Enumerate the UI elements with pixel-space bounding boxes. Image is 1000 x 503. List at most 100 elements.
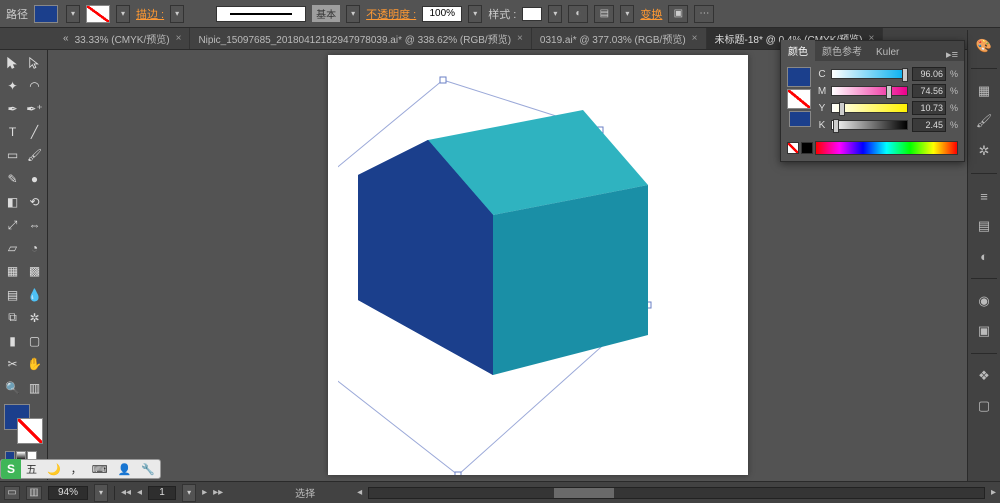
artboard-prev-one-icon[interactable]: ◂ bbox=[137, 487, 142, 498]
panel-extra-swatch[interactable] bbox=[789, 111, 811, 127]
panel-menu-icon[interactable]: ▸≡ bbox=[940, 48, 964, 61]
brushes-panel-icon[interactable]: 🖌 bbox=[973, 110, 995, 132]
transform-link[interactable]: 变换 bbox=[640, 6, 662, 22]
doc-tab-1[interactable]: « 33.33% (CMYK/预览)× bbox=[55, 28, 190, 49]
brush-preview[interactable] bbox=[216, 6, 306, 22]
symbols-panel-icon[interactable]: ✲ bbox=[973, 140, 995, 162]
artboard-dropdown[interactable]: ▾ bbox=[182, 484, 196, 502]
type-tool[interactable]: T bbox=[2, 122, 23, 143]
pencil-tool[interactable]: ✎ bbox=[2, 168, 23, 189]
stroke-dropdown[interactable]: ▾ bbox=[116, 5, 130, 23]
graphic-styles-panel-icon[interactable]: ▣ bbox=[973, 320, 995, 342]
slice-tool[interactable]: ✂ bbox=[2, 354, 23, 375]
gradient-tool[interactable]: ▤ bbox=[2, 284, 23, 305]
fill-dropdown[interactable]: ▾ bbox=[66, 5, 80, 23]
c-value[interactable] bbox=[912, 67, 946, 81]
panel-tab-guide[interactable]: 颜色参考 bbox=[815, 40, 869, 61]
ime-punct-icon[interactable]: ， bbox=[66, 461, 87, 477]
m-slider[interactable] bbox=[831, 86, 908, 96]
panel-tab-color[interactable]: 颜色 bbox=[781, 40, 815, 61]
k-value[interactable] bbox=[912, 118, 946, 132]
layers-panel-icon[interactable]: ❖ bbox=[973, 365, 995, 387]
magic-wand-tool[interactable]: ✦ bbox=[2, 75, 23, 96]
rectangle-tool[interactable]: ▭ bbox=[2, 145, 23, 166]
brush-dropdown[interactable]: ▾ bbox=[346, 5, 360, 23]
color-indicator[interactable] bbox=[4, 404, 43, 444]
zoom-tool[interactable]: 🔍 bbox=[2, 377, 23, 398]
scale-tool[interactable]: ⤢ bbox=[2, 215, 23, 236]
artboard-tool[interactable]: ▢ bbox=[24, 331, 45, 352]
ime-settings-icon[interactable]: 🔧 bbox=[136, 463, 160, 476]
scroll-left-icon[interactable]: ◂ bbox=[357, 487, 362, 498]
artboard-nav-icon[interactable]: ▥ bbox=[26, 486, 42, 500]
artboard-number-field[interactable] bbox=[148, 486, 176, 500]
direct-selection-tool[interactable] bbox=[24, 52, 45, 73]
stroke-panel-icon[interactable]: ≡ bbox=[973, 185, 995, 207]
free-transform-tool[interactable]: ▱ bbox=[2, 238, 23, 259]
artboards-panel-icon[interactable]: ▢ bbox=[973, 395, 995, 417]
y-value[interactable] bbox=[912, 101, 946, 115]
ime-toolbar[interactable]: S 五 🌙 ， ⌨ 👤 🔧 bbox=[0, 459, 161, 479]
m-value[interactable] bbox=[912, 84, 946, 98]
opacity-field[interactable] bbox=[422, 6, 462, 22]
stroke-swatch[interactable] bbox=[86, 5, 110, 23]
none-swatch-icon[interactable] bbox=[787, 142, 799, 154]
opacity-dropdown[interactable]: ▾ bbox=[468, 5, 482, 23]
close-icon[interactable]: × bbox=[176, 33, 182, 44]
isolate-icon[interactable]: ▣ bbox=[668, 5, 688, 23]
shape-builder-tool[interactable]: ◔ bbox=[24, 238, 45, 259]
y-slider[interactable] bbox=[831, 103, 908, 113]
blend-tool[interactable]: ⧉ bbox=[2, 307, 23, 328]
align-dd[interactable]: ▾ bbox=[620, 5, 634, 23]
hand-tool[interactable]: ✋ bbox=[24, 354, 45, 375]
symbol-sprayer-tool[interactable]: ✲ bbox=[24, 307, 45, 328]
eraser-tool[interactable]: ◧ bbox=[2, 191, 23, 212]
c-slider[interactable] bbox=[831, 69, 908, 79]
pen-tool[interactable]: ✒ bbox=[2, 98, 23, 119]
selection-tool[interactable] bbox=[2, 52, 23, 73]
appearance-panel-icon[interactable]: ◉ bbox=[973, 290, 995, 312]
print-tiling-tool[interactable]: ▥ bbox=[24, 377, 45, 398]
stroke-indicator[interactable] bbox=[17, 418, 43, 444]
ime-keyboard-icon[interactable]: ⌨ bbox=[87, 463, 113, 476]
panel-fill-swatch[interactable] bbox=[787, 67, 811, 87]
artboard-next-icon[interactable]: ▸▸ bbox=[213, 487, 223, 498]
lasso-tool[interactable]: ◠ bbox=[24, 75, 45, 96]
gpu-icon[interactable]: ▭ bbox=[4, 486, 20, 500]
width-tool[interactable]: ⇔ bbox=[24, 215, 45, 236]
eyedropper-tool[interactable]: 💧 bbox=[24, 284, 45, 305]
recolor-icon[interactable]: ◐ bbox=[568, 5, 588, 23]
panel-stroke-swatch[interactable] bbox=[787, 89, 811, 109]
horizontal-scrollbar[interactable] bbox=[368, 487, 985, 499]
opacity-label[interactable]: 不透明度 : bbox=[366, 6, 416, 22]
rotate-tool[interactable]: ⟲ bbox=[24, 191, 45, 212]
cube-graphic[interactable] bbox=[338, 75, 738, 475]
more-icon[interactable]: ⋯ bbox=[694, 5, 714, 23]
color-panel-icon[interactable]: 🎨 bbox=[973, 35, 995, 57]
stroke-link[interactable]: 描边 : bbox=[136, 6, 164, 22]
align-icon[interactable]: ▤ bbox=[594, 5, 614, 23]
color-spectrum[interactable] bbox=[815, 141, 958, 155]
ime-person-icon[interactable]: 👤 bbox=[113, 463, 137, 476]
mesh-tool[interactable]: ▩ bbox=[24, 261, 45, 282]
style-dropdown[interactable]: ▾ bbox=[548, 5, 562, 23]
artboard-prev-icon[interactable]: ◂◂ bbox=[121, 487, 131, 498]
transparency-panel-icon[interactable]: ◐ bbox=[973, 245, 995, 267]
ime-mode[interactable]: 五 bbox=[21, 461, 42, 477]
gradient-panel-icon[interactable]: ▤ bbox=[973, 215, 995, 237]
swatches-panel-icon[interactable]: ▦ bbox=[973, 80, 995, 102]
line-tool[interactable]: ╱ bbox=[24, 122, 45, 143]
panel-tab-kuler[interactable]: Kuler bbox=[869, 44, 906, 61]
blob-brush-tool[interactable]: ● bbox=[24, 168, 45, 189]
doc-tab-2[interactable]: Nipic_15097685_20180412182947978039.ai* … bbox=[190, 28, 531, 49]
column-graph-tool[interactable]: ▮ bbox=[2, 331, 23, 352]
panel-swatch-pair[interactable] bbox=[787, 67, 811, 127]
fill-swatch[interactable] bbox=[34, 5, 58, 23]
artboard-next-one-icon[interactable]: ▸ bbox=[202, 487, 207, 498]
zoom-field[interactable] bbox=[48, 486, 88, 500]
black-swatch-icon[interactable] bbox=[801, 142, 813, 154]
close-icon[interactable]: × bbox=[517, 33, 523, 44]
add-anchor-tool[interactable]: ✒⁺ bbox=[24, 98, 45, 119]
zoom-dropdown[interactable]: ▾ bbox=[94, 484, 108, 502]
style-swatch[interactable] bbox=[522, 7, 542, 21]
